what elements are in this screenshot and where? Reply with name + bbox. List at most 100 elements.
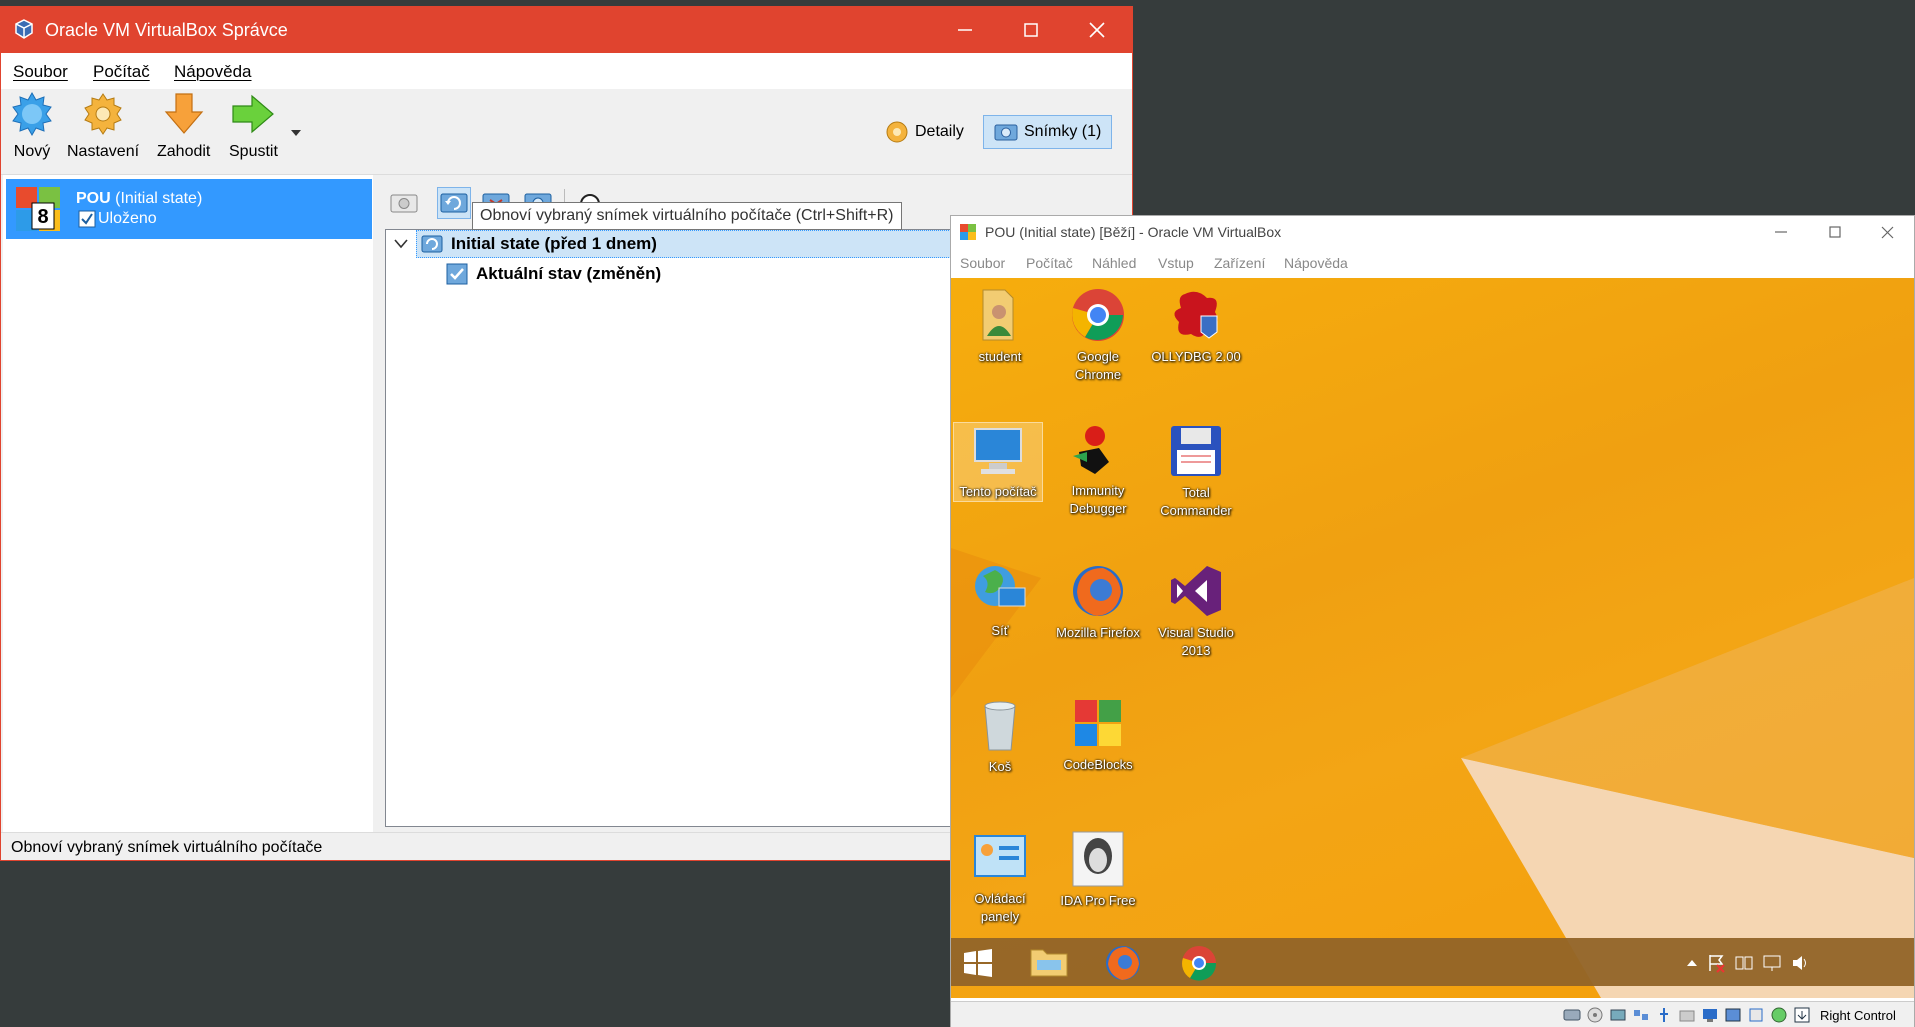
desktop-icon-mozilla-firefox[interactable]: Mozilla Firefox (1053, 562, 1143, 642)
close-icon (1881, 226, 1893, 238)
windows-8-icon: 8 (16, 187, 60, 231)
folder-icon (1030, 949, 1068, 977)
keyboard-capture-icon[interactable] (1793, 1006, 1811, 1024)
desktop-icon-label: Visual Studio 2013 (1158, 625, 1234, 658)
guest-menu-devices[interactable]: Zařízení (1214, 255, 1265, 271)
vm-list: 8 POU (Initial state) Uloženo (3, 175, 377, 832)
firefox-icon (1073, 566, 1123, 616)
settings-label: Nastavení (67, 143, 140, 160)
guest-desktop: student Tento počítač Síť Koš Ovládací p… (951, 278, 1914, 998)
speaker-icon[interactable] (1790, 953, 1810, 973)
main-toolbar: Nový Nastavení Zahodit Spustit Detaily S… (1, 89, 1132, 175)
video-capture-icon[interactable] (1724, 1006, 1742, 1024)
menu-help[interactable]: Nápověda (174, 62, 252, 82)
guest-menu-help[interactable]: Nápověda (1284, 255, 1348, 271)
maximize-icon (1024, 23, 1038, 37)
take-snapshot-button[interactable] (387, 187, 421, 219)
start-button[interactable] (963, 948, 993, 983)
desktop-icon-network[interactable]: Síť (955, 562, 1045, 640)
new-vm-button[interactable]: Nový (9, 91, 55, 161)
hard-disk-icon[interactable] (1563, 1006, 1581, 1024)
desktop-icon-label: IDA Pro Free (1060, 893, 1136, 908)
svg-text:8: 8 (37, 206, 48, 228)
chevron-down-icon[interactable] (394, 239, 408, 249)
guest-menu-input[interactable]: Vstup (1158, 255, 1194, 271)
menu-machine[interactable]: Počítač (93, 62, 150, 82)
taskbar-chrome[interactable] (1180, 944, 1218, 987)
guest-title-bar[interactable]: POU (Initial state) [Běží] - Oracle VM V… (951, 216, 1914, 248)
desktop-icon-visual-studio-2013[interactable]: Visual Studio 2013 (1151, 562, 1241, 660)
guest-menu-file[interactable]: Soubor (960, 255, 1005, 271)
desktop-icon-student[interactable]: student (955, 286, 1045, 366)
desktop-icon-label: Tento počítač (959, 484, 1037, 499)
guest-menu-machine[interactable]: Počítač (1026, 255, 1073, 271)
virtualization-icon[interactable] (1747, 1006, 1765, 1024)
chevron-down-icon[interactable] (290, 129, 302, 137)
mouse-integration-icon[interactable] (1770, 1006, 1788, 1024)
new-vm-label: Nový (13, 143, 51, 160)
maximize-icon (1829, 226, 1841, 238)
desktop-icon-immunity-debugger[interactable]: Immunity Debugger (1053, 422, 1143, 518)
settings-button[interactable]: Nastavení (67, 91, 139, 161)
desktop-icon-google-chrome[interactable]: Google Chrome (1053, 286, 1143, 384)
minimize-button[interactable] (932, 7, 998, 53)
snapshot-name: Initial state (před 1 dnem) (451, 234, 657, 253)
guest-menu-bar: Soubor Počítač Náhled Vstup Zařízení Náp… (951, 248, 1914, 278)
display-tray-icon[interactable] (1762, 953, 1782, 973)
close-button[interactable] (1064, 7, 1130, 53)
guest-maximize-button[interactable] (1808, 216, 1862, 248)
windows-8-icon (960, 224, 976, 240)
camera-icon (390, 194, 418, 213)
vm-list-item-pou[interactable]: 8 POU (Initial state) Uloženo (6, 179, 372, 239)
desktop-icon-label: OLLYDBG 2.00 (1151, 349, 1241, 364)
computer-icon (974, 428, 1022, 474)
codeblocks-icon (1075, 700, 1121, 746)
snapshots-button[interactable]: Snímky (1) (983, 115, 1113, 149)
desktop-icon-label: Google Chrome (1074, 349, 1122, 382)
start-button[interactable]: Spustit (229, 91, 278, 161)
usb-icon[interactable] (1655, 1006, 1673, 1024)
discard-button[interactable]: Zahodit (157, 91, 210, 161)
guest-taskbar (951, 938, 1914, 986)
start-label: Spustit (229, 143, 278, 160)
vm-name: POU (Initial state) (76, 190, 203, 207)
taskbar-file-explorer[interactable] (1029, 944, 1069, 985)
guest-menu-view[interactable]: Náhled (1092, 255, 1136, 271)
maximize-button[interactable] (998, 7, 1064, 53)
gear-icon (84, 93, 122, 135)
tree-row-current-state[interactable]: Aktuální stav (změněn) (446, 260, 661, 288)
taskbar-firefox[interactable] (1104, 944, 1142, 987)
chevron-up-icon[interactable] (1686, 959, 1698, 967)
system-tray (1686, 953, 1810, 973)
floppy-disk-icon (1171, 426, 1221, 476)
shared-folders-icon[interactable] (1678, 1006, 1696, 1024)
arrow-right-icon (232, 94, 275, 134)
desktop-icon-this-pc[interactable]: Tento počítač (953, 422, 1043, 502)
audio-icon[interactable] (1609, 1006, 1627, 1024)
guest-close-button[interactable] (1860, 216, 1914, 248)
desktop-icon-label: Total Commander (1160, 485, 1232, 518)
desktop-icon-label: Síť (991, 623, 1009, 638)
desktop-icon-recycle-bin[interactable]: Koš (955, 696, 1045, 776)
desktop-icon-ida-pro-free[interactable]: IDA Pro Free (1053, 830, 1143, 910)
menu-file[interactable]: Soubor (13, 62, 68, 82)
optical-drive-icon[interactable] (1586, 1006, 1604, 1024)
desktop-icon-control-panel[interactable]: Ovládací panely (955, 830, 1045, 926)
minimize-icon (958, 29, 972, 31)
action-center-icon[interactable] (1706, 953, 1726, 973)
desktop-icon-label: CodeBlocks (1063, 757, 1133, 772)
network-tray-icon[interactable] (1734, 953, 1754, 973)
guest-window-title: POU (Initial state) [Běží] - Oracle VM V… (985, 224, 1282, 240)
guest-minimize-button[interactable] (1754, 216, 1808, 248)
title-bar[interactable]: Oracle VM VirtualBox Správce (1, 7, 1132, 53)
ollydbg-icon (1174, 291, 1218, 339)
desktop-icon-total-commander[interactable]: Total Commander (1151, 422, 1241, 520)
display-icon[interactable] (1701, 1006, 1719, 1024)
restore-snapshot-button[interactable] (437, 187, 471, 219)
desktop-icon-label: Ovládací panely (974, 891, 1026, 924)
desktop-icon-codeblocks[interactable]: CodeBlocks (1053, 696, 1143, 774)
network-adapter-icon[interactable] (1632, 1006, 1650, 1024)
desktop-icon-ollydbg[interactable]: OLLYDBG 2.00 (1151, 286, 1241, 366)
current-state-icon (446, 263, 468, 285)
details-button[interactable]: Detaily (875, 115, 974, 149)
